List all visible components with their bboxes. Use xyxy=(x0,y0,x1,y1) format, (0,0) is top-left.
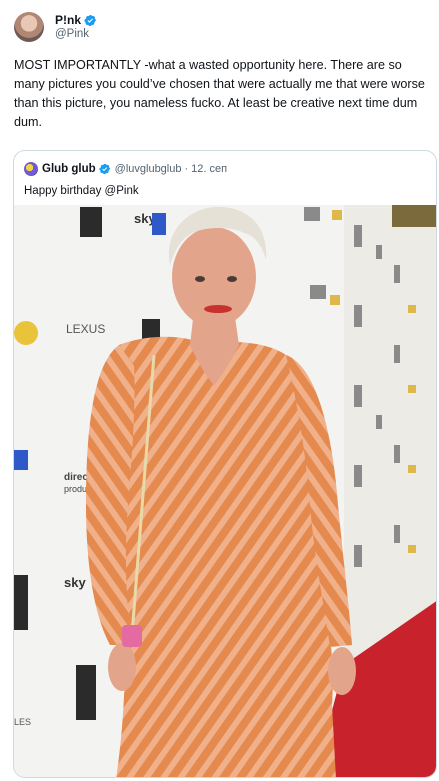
left-hand xyxy=(108,643,136,691)
quoted-tweet-header: Glub glub @luvglubglub · 12. сеп xyxy=(24,159,436,179)
quoted-display-name[interactable]: Glub glub xyxy=(42,163,96,175)
author-display-name[interactable]: P!nk xyxy=(55,13,81,27)
svg-text:sky: sky xyxy=(64,575,86,590)
quoted-avatar[interactable] xyxy=(24,162,38,176)
author-handle[interactable]: @Pink xyxy=(55,27,97,41)
tweet-header: P!nk @Pink xyxy=(14,10,425,44)
profile-avatar[interactable] xyxy=(14,12,44,42)
left-eye xyxy=(195,276,205,282)
lips xyxy=(204,305,232,313)
quoted-date[interactable]: 12. сеп xyxy=(191,163,227,175)
author-info: P!nk @Pink xyxy=(55,13,97,41)
side-wall xyxy=(344,205,436,675)
name-row: P!nk xyxy=(55,13,97,27)
verified-badge-icon xyxy=(84,14,97,26)
verified-badge-icon xyxy=(99,163,110,175)
right-hand xyxy=(328,647,356,695)
quoted-tweet[interactable]: Glub glub @luvglubglub · 12. сеп Happy b… xyxy=(13,150,437,778)
quoted-photo[interactable]: sky LEXUS directors productions sky LES xyxy=(14,205,436,777)
svg-text:LES: LES xyxy=(14,717,31,727)
quoted-handle[interactable]: @luvglubglub xyxy=(115,163,182,175)
pink-bag xyxy=(122,625,142,647)
separator-dot: · xyxy=(184,163,189,175)
svg-text:LEXUS: LEXUS xyxy=(66,322,105,336)
tweet-text: MOST IMPORTANTLY -what a wasted opportun… xyxy=(14,58,425,129)
photo-illustration: sky LEXUS directors productions sky LES xyxy=(14,205,436,777)
right-eye xyxy=(227,276,237,282)
quoted-tweet-text: Happy birthday @Pink xyxy=(24,185,139,197)
